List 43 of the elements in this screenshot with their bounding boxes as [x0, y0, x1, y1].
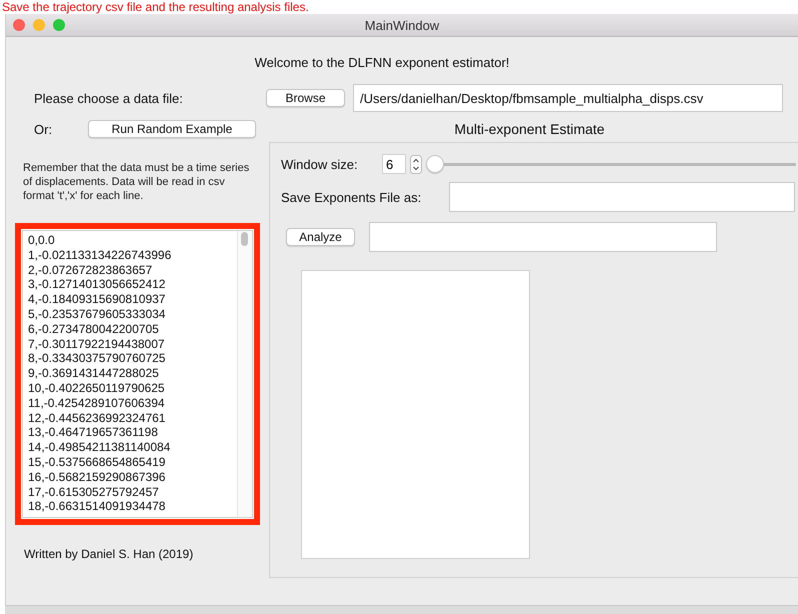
data-line: 14,-0.49854211381140084: [28, 440, 172, 455]
stepper-icon[interactable]: [410, 154, 422, 174]
window-size-field[interactable]: 6: [382, 154, 406, 174]
data-line: 11,-0.4254289107606394: [28, 396, 166, 411]
data-format-note: Remember that the data must be a time series of displacements. Data will be read in csv format 't','x' for each line.: [23, 161, 250, 203]
data-line: 12,-0.4456236992324761: [28, 410, 166, 426]
data-line: 5,-0.23537679605333034: [28, 306, 166, 322]
author-credit: Written by Daniel S. Han (2019): [24, 547, 194, 561]
data-line: 4,-0.18409315690810937: [28, 292, 166, 307]
choose-file-label: Please choose a data file:: [34, 90, 184, 106]
annotation-caption: Save the trajectory csv file and the resulting analysis files.: [1, 0, 309, 14]
or-label: Or:: [34, 122, 54, 136]
window-size-label: Window size:: [281, 156, 359, 172]
analyze-button[interactable]: Analyze: [286, 228, 355, 246]
zoom-button[interactable]: [53, 19, 65, 31]
data-line: 9,-0.3691431447288025: [28, 366, 160, 381]
window-title: MainWindow: [364, 18, 440, 32]
data-line: 0,0.0: [28, 233, 56, 248]
result-field[interactable]: [369, 222, 717, 252]
close-button[interactable]: [13, 19, 25, 31]
data-line: 13,-0.464719657361198: [28, 425, 159, 440]
data-line: 17,-0.615305275792457: [28, 484, 160, 500]
browse-button[interactable]: Browse: [266, 89, 345, 107]
scrollbar[interactable]: [237, 231, 252, 517]
save-file-label: Save Exponents File as:: [281, 190, 422, 204]
data-line: 16,-0.5682159290867396: [28, 470, 166, 485]
group-title: Multi-exponent Estimate: [454, 121, 605, 137]
data-line: 6,-0.2734780042200705: [28, 322, 160, 337]
run-random-button[interactable]: Run Random Example: [88, 120, 256, 138]
data-line: 7,-0.30117922194438007: [28, 336, 166, 352]
data-line: 8,-0.33430375790760725: [28, 351, 166, 366]
data-line: 18,-0.6631514091934478: [28, 499, 166, 514]
data-line: 15,-0.5375668654865419: [28, 454, 166, 470]
welcome-text: Welcome to the DLFNN exponent estimator!: [254, 54, 510, 70]
data-line: 3,-0.12714013056652412: [28, 277, 166, 292]
data-line: 10,-0.4022650119790625: [28, 380, 166, 396]
file-path-field[interactable]: /Users/danielhan/Desktop/fbmsample_multialpha_disps.csv: [353, 84, 783, 112]
minimize-button[interactable]: [33, 19, 45, 31]
window-size-slider[interactable]: [426, 154, 796, 174]
data-line: 2,-0.072672823863657: [28, 262, 154, 278]
data-line: 1,-0.021133134226743996: [28, 248, 172, 263]
save-file-field[interactable]: [449, 182, 795, 212]
output-list-box[interactable]: [301, 270, 530, 559]
